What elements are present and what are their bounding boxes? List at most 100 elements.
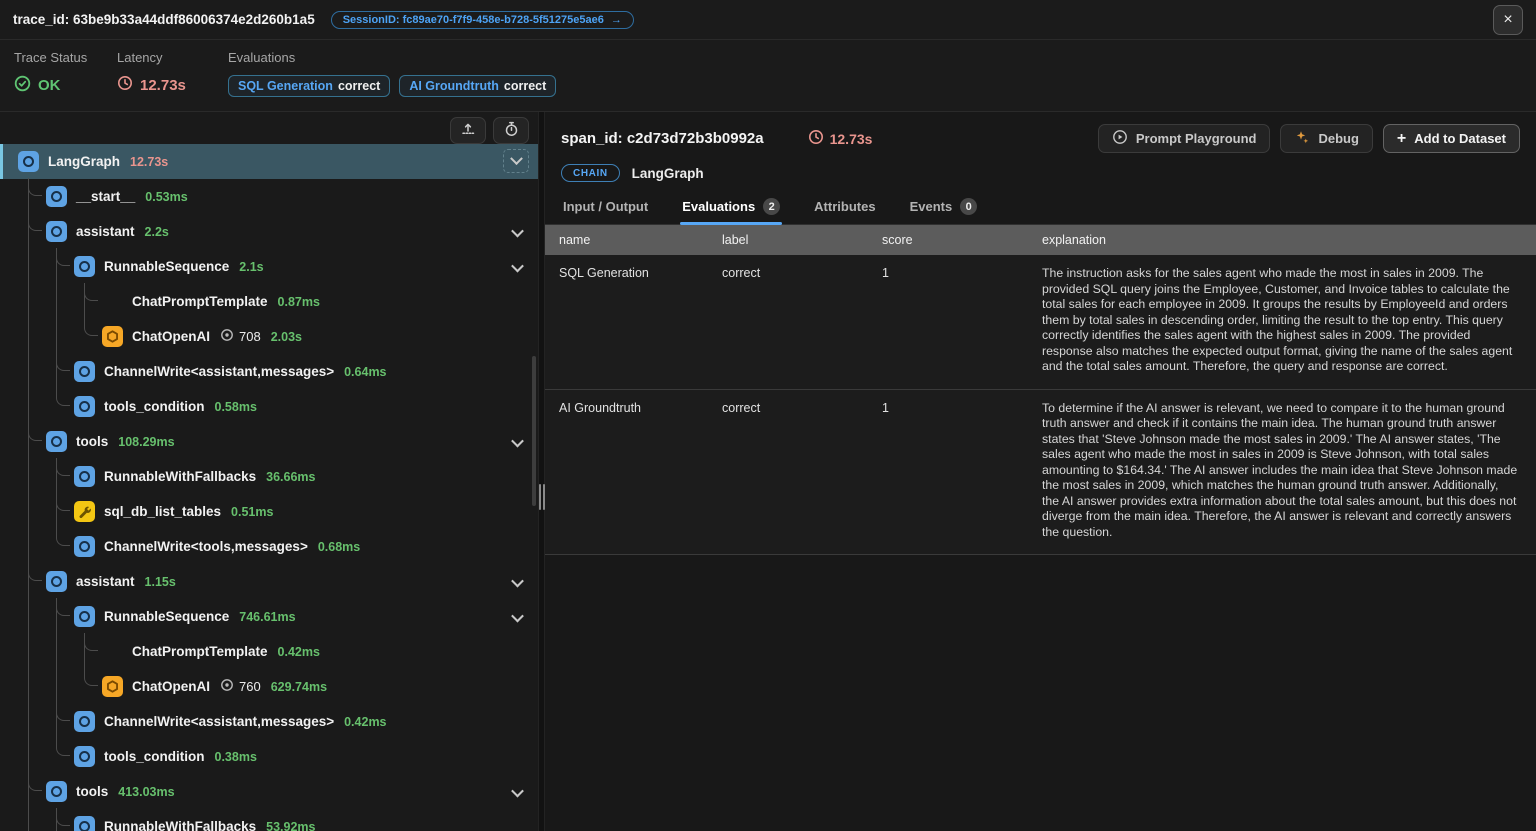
chevron-down-icon[interactable] xyxy=(511,260,524,273)
chevron-down-icon[interactable] xyxy=(511,435,524,448)
span-label: tools xyxy=(76,434,108,449)
chain-span-icon xyxy=(46,221,67,242)
eval-pill-ai-groundtruth[interactable]: AI Groundtruth correct xyxy=(399,75,556,97)
debug-button[interactable]: Debug xyxy=(1280,124,1372,153)
tab-attributes[interactable]: Attributes xyxy=(812,188,877,224)
token-count: 708 xyxy=(220,328,261,345)
tab-evaluations[interactable]: Evaluations2 xyxy=(680,188,782,224)
span-label: ChannelWrite<assistant,messages> xyxy=(104,364,334,379)
eval-name: SQL Generation xyxy=(545,266,722,375)
tree-row-tools-condition[interactable]: tools_condition0.38ms xyxy=(0,739,538,774)
trace-summary: Trace Status OK Latency 12.73s Evaluatio… xyxy=(0,40,1536,112)
chevron-down-icon[interactable] xyxy=(511,610,524,623)
tree-row-chatprompttemplate[interactable]: ChatPromptTemplate 0.42ms xyxy=(0,634,538,669)
tree-row-langgraph[interactable]: LangGraph12.73s xyxy=(0,144,538,179)
eval-pill-result: correct xyxy=(338,79,380,93)
tab-label: Attributes xyxy=(814,199,875,214)
tree-row-channelwrite-assistant-messages[interactable]: ChannelWrite<assistant,messages>0.64ms xyxy=(0,354,538,389)
tree-elbow-connector xyxy=(56,353,70,371)
tree-row-runnablewithfallbacks[interactable]: RunnableWithFallbacks53.92ms xyxy=(0,809,538,831)
arrow-right-icon: → xyxy=(611,14,622,26)
tree-row-tools-condition[interactable]: tools_condition0.58ms xyxy=(0,389,538,424)
tree-row-chatopenai[interactable]: ChatOpenAI760629.74ms xyxy=(0,669,538,704)
tab-label: Input / Output xyxy=(563,199,648,214)
trace-status-label: Trace Status xyxy=(14,50,117,65)
tree-row-channelwrite-tools-messages[interactable]: ChannelWrite<tools,messages> 0.68ms xyxy=(0,529,538,564)
span-duration: 108.29ms xyxy=(118,435,174,449)
span-label: ChatOpenAI xyxy=(132,329,210,344)
eval-pill-name: SQL Generation xyxy=(238,79,333,93)
tree-row-tools[interactable]: tools 108.29ms xyxy=(0,424,538,459)
tree-row-sql-db-list-tables[interactable]: sql_db_list_tables0.51ms xyxy=(0,494,538,529)
detail-tabs: Input / Output Evaluations2 Attributes Even… xyxy=(545,188,1536,225)
tree-row-tools[interactable]: tools413.03ms xyxy=(0,774,538,809)
column-header-name: name xyxy=(545,233,722,247)
eval-row-ai-groundtruth: AI Groundtruthcorrect1To determine if th… xyxy=(545,390,1536,556)
check-circle-icon xyxy=(14,75,31,96)
chain-span-icon xyxy=(74,816,95,831)
tree-row-assistant[interactable]: assistant2.2s xyxy=(0,214,538,249)
chain-span-icon xyxy=(18,151,39,172)
tree-row-channelwrite-assistant-messages[interactable]: ChannelWrite<assistant,messages>0.42ms xyxy=(0,704,538,739)
tree-row-runnablesequence[interactable]: RunnableSequence 2.1s xyxy=(0,249,538,284)
span-duration: 2.2s xyxy=(145,225,169,239)
chevron-down-icon[interactable] xyxy=(511,575,524,588)
span-duration: 0.68ms xyxy=(318,540,360,554)
eval-pill-sql-generation[interactable]: SQL Generation correct xyxy=(228,75,390,97)
eval-score: 1 xyxy=(882,266,1042,375)
span-label: RunnableSequence xyxy=(104,259,229,274)
chain-span-icon xyxy=(46,186,67,207)
span-label: sql_db_list_tables xyxy=(104,504,221,519)
tree-row-chatprompttemplate[interactable]: ChatPromptTemplate0.87ms xyxy=(0,284,538,319)
span-label: ChatPromptTemplate xyxy=(132,644,268,659)
collapse-toggle[interactable] xyxy=(503,149,529,173)
span-duration: 0.53ms xyxy=(145,190,187,204)
span-label: ChannelWrite<tools,messages> xyxy=(104,539,308,554)
chevron-down-icon[interactable] xyxy=(511,785,524,798)
close-icon: × xyxy=(1503,11,1512,29)
tokens-icon xyxy=(220,328,234,345)
tree-row-chatopenai[interactable]: ChatOpenAI 708 2.03s xyxy=(0,319,538,354)
tree-guide-line xyxy=(28,354,29,389)
tab-events[interactable]: Events0 xyxy=(908,188,980,224)
tree-guide-line xyxy=(28,634,29,669)
eval-pill-result: correct xyxy=(504,79,546,93)
tree-row-assistant[interactable]: assistant1.15s xyxy=(0,564,538,599)
tree-guide-line xyxy=(56,319,57,354)
tree-elbow-connector xyxy=(84,318,98,336)
eval-pill-name: AI Groundtruth xyxy=(409,79,499,93)
span-duration: 0.42ms xyxy=(278,645,320,659)
span-duration: 2.1s xyxy=(239,260,263,274)
chain-span-icon xyxy=(74,256,95,277)
span-duration: 12.73s xyxy=(130,155,168,169)
session-id-pill[interactable]: SessionID: fc89ae70-f7f9-458e-b728-5f512… xyxy=(331,11,634,29)
span-tree-panel: LangGraph12.73s__start__0.53msassistant2… xyxy=(0,112,538,831)
chevron-down-icon[interactable] xyxy=(511,225,524,238)
chain-span-icon xyxy=(74,466,95,487)
eval-score: 1 xyxy=(882,401,1042,541)
tree-row-start[interactable]: __start__0.53ms xyxy=(0,179,538,214)
span-name: LangGraph xyxy=(632,166,704,181)
collapse-all-button[interactable] xyxy=(450,117,486,144)
tree-elbow-connector xyxy=(84,283,98,301)
span-label: RunnableSequence xyxy=(104,609,229,624)
close-button[interactable]: × xyxy=(1493,5,1523,35)
timeline-view-button[interactable] xyxy=(493,117,529,144)
llm-span-icon xyxy=(102,326,123,347)
tree-elbow-connector xyxy=(84,668,98,686)
tree-guide-line xyxy=(56,634,57,669)
chevron-down-icon xyxy=(510,152,523,165)
span-duration: 2.03s xyxy=(271,330,302,344)
tree-elbow-connector xyxy=(56,248,70,266)
span-tree: LangGraph12.73s__start__0.53msassistant2… xyxy=(0,144,538,831)
tree-scrollbar-thumb[interactable] xyxy=(532,356,536,506)
add-to-dataset-button[interactable]: + Add to Dataset xyxy=(1383,124,1520,153)
tree-row-runnablesequence[interactable]: RunnableSequence746.61ms xyxy=(0,599,538,634)
tree-row-runnablewithfallbacks[interactable]: RunnableWithFallbacks36.66ms xyxy=(0,459,538,494)
clock-icon xyxy=(808,129,824,148)
panel-resize-handle[interactable] xyxy=(539,484,545,510)
tree-guide-line xyxy=(28,669,29,704)
span-duration: 413.03ms xyxy=(118,785,174,799)
prompt-playground-button[interactable]: Prompt Playground xyxy=(1098,124,1271,153)
tab-input-output[interactable]: Input / Output xyxy=(561,188,650,224)
